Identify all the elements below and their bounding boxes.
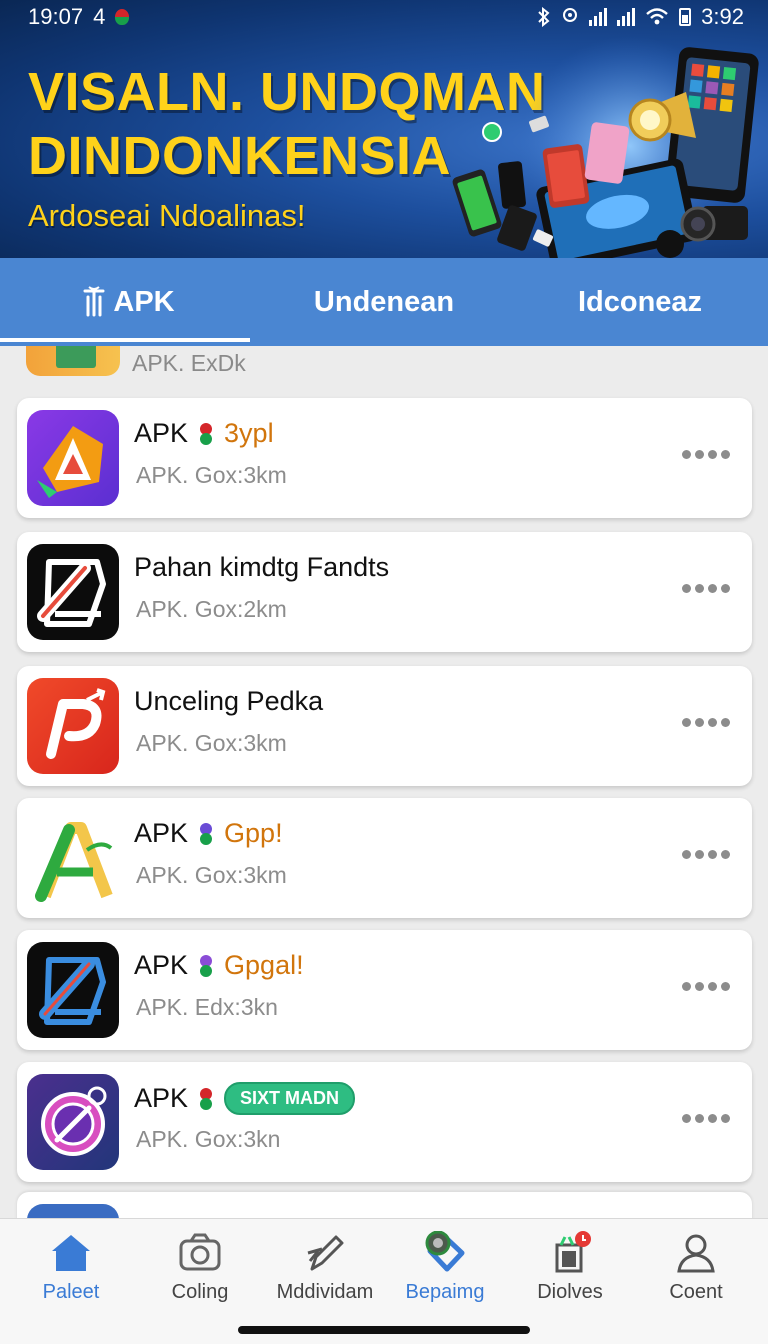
- nav-item-coent[interactable]: Coent: [632, 1219, 760, 1319]
- item-title: APK: [134, 818, 189, 848]
- red-p-logo-icon: [27, 678, 119, 774]
- list-item[interactable]: APK 3ypl APK. Gox:3km: [17, 398, 752, 518]
- status-dot-icon: [200, 822, 213, 845]
- item-title: APK: [134, 950, 189, 980]
- devices-collage-image: [452, 36, 759, 258]
- signal-icon-2: [617, 8, 636, 26]
- apk-tab-icon: [83, 286, 105, 317]
- item-tag: Gpp!: [224, 818, 283, 848]
- wifi-icon: [646, 8, 668, 25]
- item-pill-badge: SIXT MADN: [224, 1082, 356, 1115]
- green-a-logo-icon: [27, 810, 119, 906]
- status-time-left: 19:07: [28, 4, 84, 29]
- nav-item-coling[interactable]: Coling: [136, 1219, 264, 1319]
- status-dot-icon: [200, 1087, 213, 1110]
- nav-label: Diolves: [537, 1281, 603, 1303]
- nav-label: Mddividam: [276, 1281, 374, 1303]
- tab-undenean-label: Undenean: [313, 285, 455, 318]
- signal-icon: [589, 8, 608, 26]
- tab-apk-label: APK: [113, 285, 175, 318]
- item-title: Unceling Pedka: [134, 686, 324, 716]
- notification-count: 4: [93, 4, 106, 29]
- item-subtitle: APK. Edx:3kn: [136, 994, 278, 1020]
- nav-item-bepaimg[interactable]: Bepaimg: [381, 1219, 509, 1319]
- tab-idconeaz-label: Idconeaz: [577, 285, 703, 318]
- battery-icon: [679, 8, 692, 26]
- diamond-icon: [425, 1231, 465, 1272]
- item-title-row: APK Gpp!: [134, 818, 283, 849]
- item-title: APK: [134, 418, 189, 448]
- pencil-box-icon: [27, 544, 119, 640]
- banner-subline: Ardoseai Ndoalinas!: [28, 198, 306, 233]
- item-subtitle: APK. Gox:3kn: [136, 1126, 281, 1152]
- profile-icon: [677, 1234, 715, 1273]
- promo-banner[interactable]: 19:07 4 3:92 VISALN. UNDQMAN DINDONKENSI…: [0, 0, 768, 258]
- item-title-row: APK 3ypl: [134, 418, 274, 449]
- more-options-icon[interactable]: [682, 718, 730, 732]
- tab-apk[interactable]: APK: [0, 258, 256, 346]
- blue-pencil-box-icon: [27, 942, 119, 1038]
- list-item[interactable]: APK Gpgal! APK. Edx:3kn: [17, 930, 752, 1050]
- nav-item-mddividam[interactable]: Mddividam: [261, 1219, 389, 1319]
- bluetooth-icon: [538, 7, 550, 27]
- more-options-icon[interactable]: [682, 850, 730, 864]
- more-options-icon[interactable]: [682, 1114, 730, 1128]
- list-item[interactable]: Unceling Pedka APK. Gox:3km: [17, 666, 752, 786]
- nav-label: Coent: [669, 1281, 723, 1303]
- pen-icon: [307, 1235, 344, 1271]
- list-item-partial-bottom[interactable]: [17, 1192, 752, 1218]
- tab-idconeaz[interactable]: Idconeaz: [512, 258, 768, 346]
- nav-item-paleet[interactable]: Paleet: [7, 1219, 135, 1319]
- nav-item-diolves[interactable]: Diolves: [506, 1219, 634, 1319]
- purple-compass-icon: [27, 1074, 119, 1170]
- item-title-row: Unceling Pedka: [134, 686, 323, 717]
- list-item-partial-top[interactable]: APK. ExDk: [26, 346, 246, 376]
- more-options-icon[interactable]: [682, 982, 730, 996]
- item-subtitle: APK. Gox:3km: [136, 730, 287, 756]
- apk-list: APK. ExDk APK 3ypl APK. Gox:3km Pahan ki…: [0, 346, 768, 1218]
- item-subtitle: APK. Gox:3km: [136, 462, 287, 488]
- camera-icon: [179, 1233, 221, 1271]
- peek-subtitle: APK. ExDk: [132, 350, 246, 376]
- more-options-icon[interactable]: [682, 584, 730, 598]
- list-item[interactable]: APK Gpp! APK. Gox:3km: [17, 798, 752, 918]
- active-tab-indicator: [0, 338, 250, 342]
- home-icon: [52, 1235, 90, 1271]
- location-icon: [563, 8, 578, 22]
- gift-box-icon: [555, 1231, 591, 1273]
- status-dot-icon: [200, 422, 213, 445]
- item-title-row: APK SIXT MADN: [134, 1082, 356, 1115]
- item-subtitle: APK. Gox:2km: [136, 596, 287, 622]
- nav-label: Coling: [171, 1281, 229, 1303]
- more-options-icon[interactable]: [682, 450, 730, 464]
- tab-undenean[interactable]: Undenean: [256, 258, 512, 346]
- item-tag: 3ypl: [224, 418, 274, 448]
- home-indicator[interactable]: [238, 1326, 530, 1334]
- orange-triangle-icon: [27, 410, 119, 506]
- item-subtitle: APK. Gox:3km: [136, 862, 287, 888]
- app-notification-icon: [115, 9, 130, 25]
- category-tabs: APK Undenean Idconeaz: [0, 258, 768, 346]
- list-item[interactable]: Pahan kimdtg Fandts APK. Gox:2km: [17, 532, 752, 652]
- status-bar: 19:07 4 3:92: [0, 0, 768, 34]
- nav-label: Bepaimg: [405, 1281, 485, 1303]
- nav-label: Paleet: [42, 1281, 100, 1303]
- book-app-icon: [26, 346, 120, 376]
- partial-app-icon: [27, 1204, 119, 1218]
- status-time-right: 3:92: [701, 4, 744, 29]
- item-tag: Gpgal!: [224, 950, 304, 980]
- item-title: Pahan kimdtg Fandts: [134, 552, 390, 582]
- item-title-row: Pahan kimdtg Fandts: [134, 552, 389, 583]
- item-title: APK: [134, 1083, 189, 1113]
- item-title-row: APK Gpgal!: [134, 950, 304, 981]
- list-item[interactable]: APK SIXT MADN APK. Gox:3kn: [17, 1062, 752, 1182]
- status-dot-icon: [200, 954, 213, 977]
